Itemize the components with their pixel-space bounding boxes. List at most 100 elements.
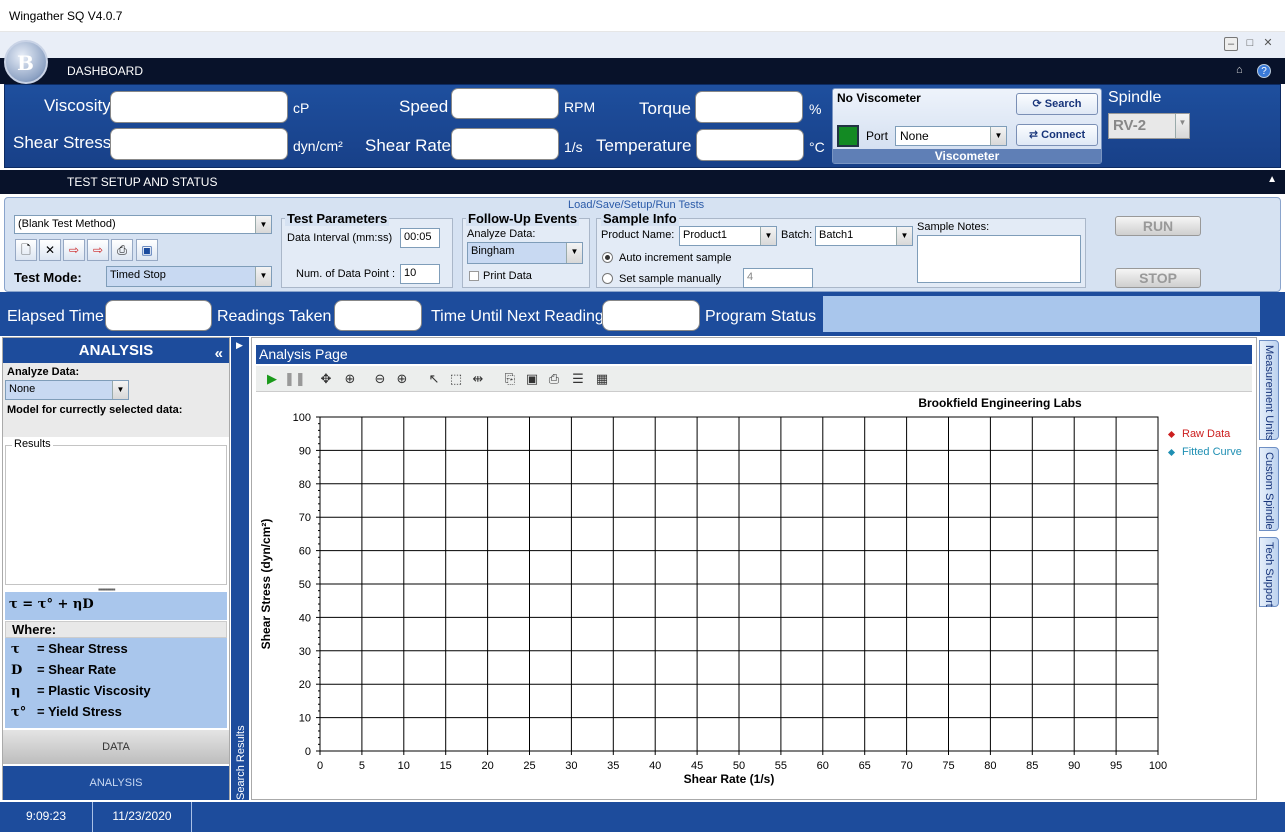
print-data-checkbox[interactable]: [469, 271, 479, 281]
sample-number-input[interactable]: 4: [743, 268, 813, 288]
x-tick-label: 35: [607, 760, 619, 772]
test-mode-dropdown[interactable]: Timed Stop ▼: [106, 266, 272, 287]
print-data-label: Print Data: [483, 270, 532, 282]
stop-button[interactable]: STOP: [1115, 268, 1201, 288]
temperature-display: [696, 129, 804, 161]
x-tick-label: 5: [359, 760, 365, 772]
table-icon[interactable]: ▦: [592, 369, 612, 389]
followup-analyze-dropdown[interactable]: Bingham ▼: [467, 242, 583, 264]
play-icon[interactable]: ▶: [262, 369, 282, 389]
elapsed-time-display: [105, 300, 212, 331]
legend-symbol: τ°: [11, 705, 27, 720]
refresh-icon: ⟳: [1032, 98, 1042, 110]
analysis-tab-button[interactable]: ANALYSIS: [3, 766, 229, 800]
minimize-button[interactable]: –: [1224, 37, 1238, 51]
connect-button[interactable]: ⇄ Connect: [1016, 124, 1098, 146]
tab-tech-support[interactable]: Tech Support: [1259, 537, 1279, 607]
zoom-fit-icon[interactable]: ⊕: [340, 369, 360, 389]
program-status-label: Program Status: [705, 308, 817, 325]
title-bar: Wingather SQ V4.0.7: [0, 0, 1285, 32]
print-button[interactable]: ⎙: [111, 239, 133, 261]
spindle-dropdown[interactable]: RV-2 ▼: [1108, 113, 1190, 139]
test-method-value: (Blank Test Method): [18, 218, 116, 230]
legend-symbol: η: [11, 684, 21, 699]
viscosity-label: Viscosity: [44, 96, 111, 115]
tab-measurement-units[interactable]: Measurement Units: [1259, 340, 1279, 440]
y-tick-label: 100: [293, 412, 311, 424]
batch-label: Batch:: [781, 229, 813, 241]
save-icon[interactable]: ▣: [522, 369, 542, 389]
expand-right-icon[interactable]: ▶: [236, 340, 243, 351]
product-name-dropdown[interactable]: Product1 ▼: [679, 226, 777, 246]
export-button[interactable]: ⇨: [87, 239, 109, 261]
search-button[interactable]: ⟳ Search: [1016, 93, 1098, 115]
sample-notes-textarea[interactable]: [917, 235, 1081, 283]
data-tab-button[interactable]: DATA: [3, 730, 229, 764]
chevron-down-icon: ▼: [760, 227, 776, 245]
help-icon[interactable]: ?: [1257, 64, 1271, 78]
run-button[interactable]: RUN: [1115, 216, 1201, 236]
load-save-link[interactable]: Load/Save/Setup/Run Tests: [568, 199, 704, 211]
search-results-label: Search Results: [235, 725, 247, 800]
zoom-out-icon[interactable]: ⊖: [370, 369, 390, 389]
collapse-up-icon[interactable]: ⌂: [1236, 64, 1243, 76]
clock-date: 11/23/2020: [93, 802, 192, 832]
num-data-points-input[interactable]: 10: [400, 264, 440, 284]
x-tick-label: 70: [900, 760, 912, 772]
close-button[interactable]: ✕: [1261, 37, 1275, 51]
torque-display: [695, 91, 803, 123]
window-controls: – □ ✕: [0, 32, 1285, 58]
search-results-strip[interactable]: ▶ Search Results: [231, 337, 249, 800]
copy-icon[interactable]: ⎘: [500, 369, 520, 389]
collapse-up-icon[interactable]: ▲: [1267, 174, 1277, 185]
y-tick-label: 40: [299, 612, 311, 624]
test-mode-value: Timed Stop: [110, 269, 166, 281]
analyze-data-label: Analyze Data:: [7, 366, 80, 378]
delete-button[interactable]: ✕: [39, 239, 61, 261]
batch-dropdown[interactable]: Batch1 ▼: [815, 226, 913, 246]
spindle-label: Spindle: [1108, 89, 1162, 106]
auto-increment-radio[interactable]: [602, 252, 613, 263]
connection-status-led: [837, 125, 859, 147]
x-tick-label: 45: [691, 760, 703, 772]
speed-display: [451, 88, 559, 119]
pointer-icon[interactable]: ↖: [424, 369, 444, 389]
analyze-data-dropdown[interactable]: None ▼: [5, 380, 129, 400]
select-rect-icon[interactable]: ⬚: [446, 369, 466, 389]
test-setup-title: TEST SETUP AND STATUS: [67, 175, 218, 189]
legend-symbol: τ: [11, 642, 20, 657]
x-tick-label: 95: [1110, 760, 1122, 772]
test-method-dropdown[interactable]: (Blank Test Method) ▼: [14, 215, 272, 234]
search-button-label: Search: [1044, 98, 1082, 110]
model-label: Model for currectly selected data:: [7, 404, 183, 416]
maximize-button[interactable]: □: [1243, 37, 1257, 51]
import-button[interactable]: ⇨: [63, 239, 85, 261]
torque-label: Torque: [639, 99, 691, 118]
analysis-page-title: Analysis Page: [256, 345, 1252, 364]
save-button[interactable]: ▣: [136, 239, 158, 261]
fit-width-icon[interactable]: ⇹: [468, 369, 488, 389]
analysis-title: ANALYSIS: [78, 342, 154, 359]
port-dropdown[interactable]: None ▼: [895, 126, 1007, 146]
where-label: Where:: [5, 621, 227, 638]
torque-unit: %: [809, 101, 822, 117]
new-file-button[interactable]: 🗋: [15, 239, 37, 261]
printer-icon[interactable]: ⎙: [544, 369, 564, 389]
chevron-down-icon: ▼: [896, 227, 912, 245]
set-sample-manually-radio[interactable]: [602, 273, 613, 284]
status-bar: 9:09:23 11/23/2020: [0, 802, 1285, 832]
tab-custom-spindle[interactable]: Custom Spindle: [1259, 447, 1279, 531]
legend-text: = Yield Stress: [37, 704, 122, 719]
x-tick-label: 80: [984, 760, 996, 772]
pan-icon[interactable]: ✥: [316, 369, 336, 389]
zoom-in-icon[interactable]: ⊕: [392, 369, 412, 389]
y-tick-label: 80: [299, 479, 311, 491]
properties-icon[interactable]: ☰: [568, 369, 588, 389]
pause-icon[interactable]: ❚❚: [284, 369, 306, 389]
y-tick-label: 30: [299, 646, 311, 658]
analysis-controls: Analyze Data: None ▼ Model for currectly…: [3, 363, 229, 437]
data-interval-input[interactable]: 00:05: [400, 228, 440, 248]
followup-analyze-value: Bingham: [471, 245, 515, 257]
speed-label: Speed: [399, 97, 449, 116]
tab-label: Measurement Units: [1263, 345, 1275, 441]
